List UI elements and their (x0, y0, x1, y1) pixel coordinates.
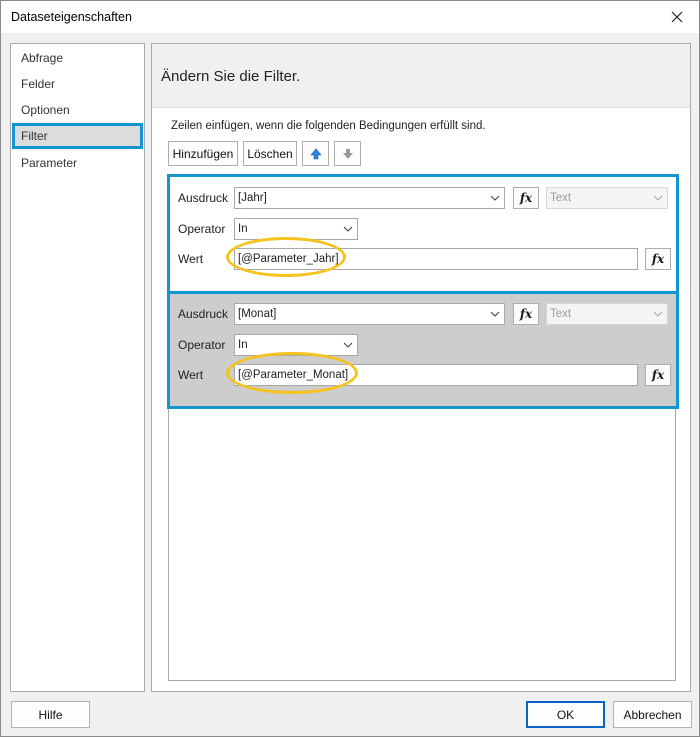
value-text: [@Parameter_Jahr] (238, 253, 339, 265)
title-bar: Dataseteigenschaften (1, 1, 699, 33)
expression-function-button[interactable]: fx (513, 187, 539, 209)
dialog-window: Dataseteigenschaften Abfrage Felder Opti… (0, 0, 700, 737)
chevron-down-icon (490, 195, 500, 201)
function-icon: fx (651, 368, 665, 382)
expression-combo[interactable]: [Monat] (234, 303, 505, 325)
nav-item-felder[interactable]: Felder (12, 71, 143, 97)
operator-value: In (238, 223, 248, 235)
operator-label: Operator (178, 222, 226, 236)
page-title: Ändern Sie die Filter. (161, 68, 301, 85)
filter-row[interactable]: Ausdruck [Jahr] fx Text Operator In Wert… (167, 174, 679, 294)
arrow-down-icon (342, 148, 353, 159)
instruction-text: Zeilen einfügen, wenn die folgenden Bedi… (171, 120, 486, 132)
chevron-down-icon (343, 226, 353, 232)
value-label: Wert (178, 368, 204, 382)
cancel-button[interactable]: Abbrechen (613, 701, 692, 728)
help-button[interactable]: Hilfe (11, 701, 90, 728)
value-input[interactable]: [@Parameter_Jahr] (234, 248, 638, 270)
close-button[interactable] (655, 1, 699, 33)
filter-row[interactable]: Ausdruck [Monat] fx Text Operator In Wer… (167, 291, 679, 409)
expression-function-button[interactable]: fx (513, 303, 539, 325)
value-input[interactable]: [@Parameter_Monat] (234, 364, 638, 386)
nav-item-parameter[interactable]: Parameter (12, 150, 143, 176)
function-icon: fx (519, 307, 533, 321)
expression-label: Ausdruck (178, 191, 229, 205)
function-icon: fx (651, 252, 665, 266)
value-label: Wert (178, 252, 204, 266)
move-up-button[interactable] (302, 141, 329, 166)
move-down-button[interactable] (334, 141, 361, 166)
operator-label: Operator (178, 338, 226, 352)
expression-value: [Monat] (238, 308, 277, 320)
type-value: Text (550, 308, 572, 320)
window-title: Dataseteigenschaften (11, 10, 132, 24)
nav-panel: Abfrage Felder Optionen Filter Parameter (10, 43, 145, 692)
type-combo[interactable]: Text (546, 187, 668, 209)
operator-combo[interactable]: In (234, 334, 358, 356)
expression-label: Ausdruck (178, 307, 229, 321)
add-button[interactable]: Hinzufügen (168, 141, 238, 166)
content-panel: Ändern Sie die Filter. Zeilen einfügen, … (151, 43, 691, 692)
arrow-up-icon (309, 148, 322, 159)
type-value: Text (550, 192, 572, 204)
ok-button[interactable]: OK (526, 701, 605, 728)
value-function-button[interactable]: fx (645, 248, 671, 270)
nav-item-abfrage[interactable]: Abfrage (12, 45, 143, 71)
value-text: [@Parameter_Monat] (238, 369, 349, 381)
chevron-down-icon (490, 311, 500, 317)
expression-combo[interactable]: [Jahr] (234, 187, 505, 209)
operator-combo[interactable]: In (234, 218, 358, 240)
function-icon: fx (519, 191, 533, 205)
nav-item-optionen[interactable]: Optionen (12, 97, 143, 123)
type-combo[interactable]: Text (546, 303, 668, 325)
close-icon (671, 11, 683, 23)
delete-button[interactable]: Löschen (243, 141, 297, 166)
chevron-down-icon (653, 311, 663, 317)
expression-value: [Jahr] (238, 192, 267, 204)
operator-value: In (238, 339, 248, 351)
chevron-down-icon (653, 195, 663, 201)
chevron-down-icon (343, 342, 353, 348)
nav-item-filter[interactable]: Filter (12, 123, 143, 149)
value-function-button[interactable]: fx (645, 364, 671, 386)
content-header: Ändern Sie die Filter. (152, 44, 690, 108)
